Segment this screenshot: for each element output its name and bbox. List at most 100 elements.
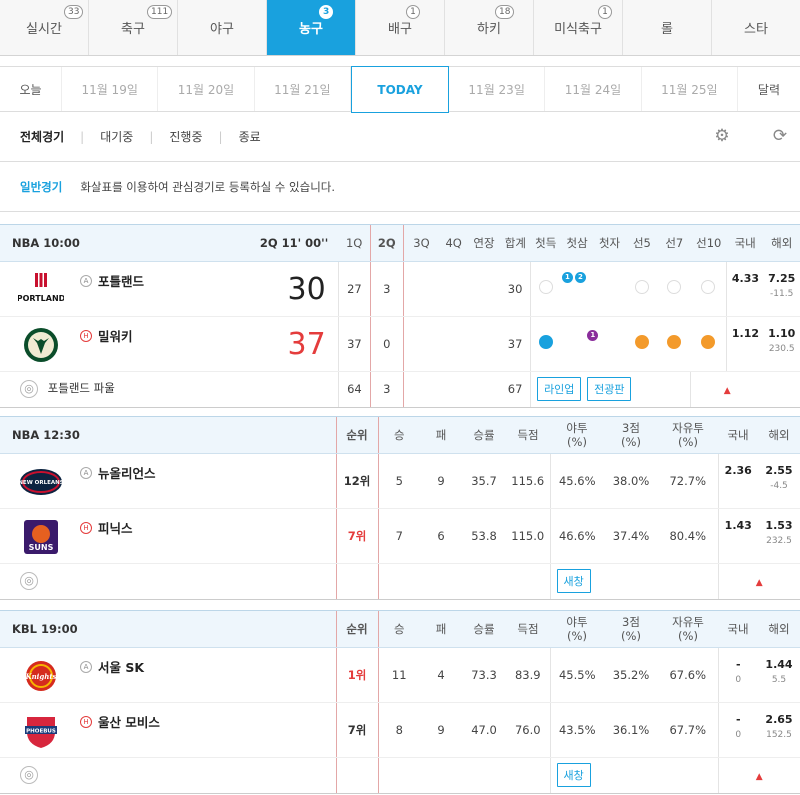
date-item[interactable]: 11월 21일 — [255, 67, 351, 111]
filled-dot-icon — [701, 335, 716, 349]
marker-icon: 2 — [574, 271, 586, 283]
domestic-odds[interactable]: 4.33 — [726, 261, 764, 317]
gear-icon[interactable]: ⚙ — [712, 126, 732, 146]
date-item[interactable]: 11월 24일 — [545, 67, 642, 111]
game-header: KBL 19:00 순위 승 패 승률 득점 야투 (%) 3점 (%) 자유투… — [0, 611, 800, 648]
first-three-cell: 12 — [560, 261, 594, 317]
filter-live[interactable]: 진행중 — [169, 128, 218, 145]
date-item[interactable]: 11월 23일 — [449, 67, 546, 111]
count-badge: 1 — [598, 5, 612, 19]
tab-volleyball[interactable]: 배구 1 — [356, 0, 445, 55]
team-row-away: PORTLAND A 포틀랜드 30 27 3 30 12 4.33 7.25-… — [0, 261, 800, 317]
tab-baseball[interactable]: 야구 — [178, 0, 267, 55]
today-button[interactable]: 오늘 — [0, 67, 62, 111]
team-rank: 7위 — [335, 702, 379, 758]
tab-live[interactable]: 실시간 33 — [0, 0, 89, 55]
scoreboard-button[interactable]: 전광판 — [587, 377, 632, 402]
team-name[interactable]: 뉴올리언스 — [98, 463, 156, 482]
new-window-button[interactable]: 새창 — [556, 763, 591, 788]
domestic-odds[interactable]: -0 — [717, 702, 758, 758]
col-header: 해외 — [763, 225, 800, 262]
date-item[interactable]: 11월 19일 — [62, 67, 159, 111]
points: 115.0 — [506, 508, 550, 564]
col-header: 해외 — [758, 417, 800, 454]
svg-text:PHOEBUS: PHOEBUS — [26, 728, 56, 734]
col-header: 4Q — [439, 225, 468, 262]
empty-dot-icon — [634, 280, 649, 294]
lineup-button[interactable]: 라인업 — [537, 377, 582, 402]
date-item-today[interactable]: TODAY — [350, 66, 449, 113]
calendar-button[interactable]: 달력 — [738, 67, 800, 111]
game-card-kbl: KBL 19:00 순위 승 패 승률 득점 야투 (%) 3점 (%) 자유투… — [0, 610, 800, 794]
ft-pct: 80.4% — [658, 508, 718, 564]
col-header: 연장 — [467, 225, 501, 262]
intl-odds[interactable]: 1.53 232.5 — [758, 508, 800, 564]
wins: 8 — [378, 702, 420, 758]
col-header: 패 — [420, 417, 462, 454]
arrow-up-icon[interactable]: ▲ — [756, 578, 763, 588]
losses: 9 — [420, 453, 462, 509]
race7-cell — [658, 261, 691, 317]
team-row-home: SUNS H 피닉스 7위 7 6 53.8 115.0 46.6% 37.4%… — [0, 508, 800, 564]
col-header: 승률 — [462, 611, 506, 648]
race5-cell — [625, 261, 659, 317]
filter-waiting[interactable]: 대기중 — [100, 128, 149, 145]
date-item[interactable]: 11월 25일 — [642, 67, 738, 111]
arrow-up-icon[interactable]: ▲ — [724, 386, 731, 396]
tab-basketball[interactable]: 농구 3 — [267, 0, 356, 55]
domestic-odds[interactable]: -0 — [717, 647, 758, 703]
team-row-home: PHOEBUS H 울산 모비스 7위 8 9 47.0 76.0 43.5% … — [0, 702, 800, 758]
col-header: 선7 — [658, 225, 691, 262]
league-time: KBL 19:00 — [0, 611, 336, 648]
col-header: 3Q — [403, 225, 440, 262]
filled-dot-icon — [667, 335, 682, 349]
team-name[interactable]: 밀워키 — [98, 326, 133, 345]
team-name[interactable]: 울산 모비스 — [98, 712, 160, 731]
col-header: 2Q — [370, 225, 404, 262]
losses: 4 — [420, 647, 462, 703]
team-rank: 12위 — [335, 453, 379, 509]
team-name[interactable]: 포틀랜드 — [98, 271, 144, 290]
domestic-odds[interactable]: 1.43 — [717, 508, 758, 564]
svg-text:SUNS: SUNS — [29, 543, 54, 552]
intl-odds[interactable]: 2.55 -4.5 — [758, 453, 800, 509]
game-header: NBA 12:30 순위 승 패 승률 득점 야투 (%) 3점 (%) 자유투… — [0, 417, 800, 454]
date-item[interactable]: 11월 20일 — [158, 67, 255, 111]
domestic-odds[interactable]: 2.36 — [717, 453, 758, 509]
new-window-button[interactable]: 새창 — [556, 569, 591, 594]
team-name[interactable]: 피닉스 — [98, 518, 133, 537]
ft-pct: 67.6% — [658, 647, 718, 703]
tab-starcraft[interactable]: 스타 — [712, 0, 800, 55]
refresh-icon[interactable]: ⟳ — [770, 126, 790, 146]
col-header: 자유투 (%) — [658, 417, 718, 454]
col-header: 3점 (%) — [604, 417, 658, 454]
empty-dot-icon — [667, 280, 682, 294]
away-icon: A — [80, 466, 92, 479]
filter-all[interactable]: 전체경기 — [20, 128, 80, 145]
tab-hockey[interactable]: 하키 18 — [445, 0, 534, 55]
count-badge: 3 — [319, 5, 334, 19]
team-row-away: Knights A 서울 SK 1위 11 4 73.3 83.9 45.5% … — [0, 647, 800, 703]
arrow-up-icon[interactable]: ▲ — [756, 772, 763, 782]
tab-soccer[interactable]: 축구 111 — [89, 0, 178, 55]
notice-label: 일반경기 — [20, 179, 63, 194]
phoenix-logo: SUNS — [18, 518, 64, 556]
notice-bar: 일반경기 화살표를 이용하여 관심경기로 등록하실 수 있습니다. — [0, 162, 800, 212]
empty-dot-icon — [539, 280, 553, 294]
win-pct: 35.7 — [462, 453, 506, 509]
col-header: 순위 — [335, 611, 379, 648]
intl-odds[interactable]: 1.44 5.5 — [758, 647, 800, 703]
col-header: 승 — [378, 611, 420, 648]
team-name[interactable]: 서울 SK — [98, 657, 144, 676]
intl-odds[interactable]: 2.65 152.5 — [758, 702, 800, 758]
intl-odds[interactable]: 1.10 230.5 — [763, 316, 800, 372]
team-rank: 7위 — [335, 508, 379, 564]
tab-american-football[interactable]: 미식축구 1 — [534, 0, 623, 55]
q2-score: 0 — [370, 316, 404, 372]
col-header: 3점 (%) — [604, 611, 658, 648]
intl-odds[interactable]: 7.25 -11.5 — [763, 261, 800, 317]
tab-lol[interactable]: 롤 — [623, 0, 712, 55]
filter-ended[interactable]: 종료 — [239, 128, 277, 145]
wins: 5 — [378, 453, 420, 509]
domestic-odds[interactable]: 1.12 — [726, 316, 764, 372]
